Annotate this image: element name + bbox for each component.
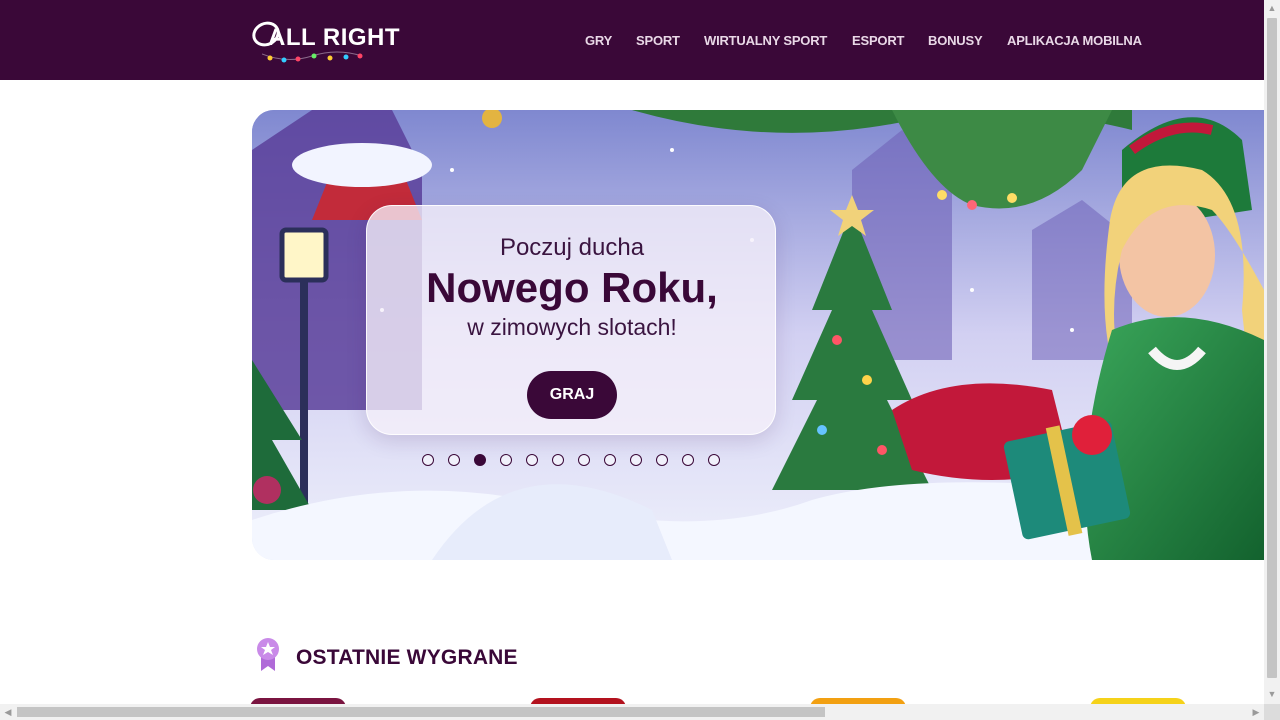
nav-item-esport[interactable]: ESPORT (852, 33, 904, 48)
scrollbar-corner (1264, 704, 1280, 720)
slider-dot[interactable] (656, 454, 668, 466)
promo-subtitle: Poczuj ducha (499, 234, 645, 261)
promo-headline: Nowego Roku, (426, 264, 718, 311)
slider-dot[interactable] (604, 454, 616, 466)
promo-card: Poczuj ducha Nowego Roku, w zimowych slo… (366, 205, 776, 435)
vertical-scrollbar-thumb[interactable] (1267, 18, 1277, 678)
nav-item-games[interactable]: GRY (585, 33, 612, 48)
nav-item-virtual-sport[interactable]: WIRTUALNY SPORT (704, 33, 827, 48)
slider-dot[interactable] (526, 454, 538, 466)
nav-item-sport[interactable]: SPORT (636, 33, 680, 48)
recent-wins-title: OSTATNIE WYGRANE (296, 646, 518, 669)
string-lights-icon (262, 51, 363, 63)
slider-dot[interactable] (500, 454, 512, 466)
promo-tagline: w zimowych slotach! (467, 314, 677, 340)
logo-text: ALL RIGHT (268, 24, 401, 51)
play-button[interactable]: GRAJ (527, 371, 617, 419)
slider-dot[interactable] (552, 454, 564, 466)
scroll-left-arrow-icon[interactable]: ◀ (0, 704, 16, 720)
horizontal-scrollbar-thumb[interactable] (17, 707, 825, 717)
page: ALL RIGHT GRY SPORT WIRTUALNY SPORT ESPO… (0, 0, 1264, 704)
slider-dot[interactable] (630, 454, 642, 466)
award-ribbon-icon (257, 638, 279, 671)
slider-dot[interactable] (422, 454, 434, 466)
nav-item-bonuses[interactable]: BONUSY (928, 33, 983, 48)
slider-dot[interactable] (474, 454, 486, 466)
horizontal-scrollbar[interactable]: ◀ ▶ (0, 704, 1264, 720)
scroll-up-arrow-icon[interactable]: ▲ (1264, 0, 1280, 16)
scroll-right-arrow-icon[interactable]: ▶ (1248, 704, 1264, 720)
nav-item-mobile-app[interactable]: APLIKACJA MOBILNA (1007, 33, 1142, 48)
slider-dot[interactable] (708, 454, 720, 466)
vertical-scrollbar[interactable]: ▲ ▼ (1264, 0, 1280, 704)
promo-banner[interactable]: Poczuj ducha Nowego Roku, w zimowych slo… (252, 110, 1264, 560)
slider-dot[interactable] (682, 454, 694, 466)
scroll-down-arrow-icon[interactable]: ▼ (1264, 686, 1280, 702)
slider-dot[interactable] (448, 454, 460, 466)
slider-dot[interactable] (578, 454, 590, 466)
top-navigation-bar: ALL RIGHT GRY SPORT WIRTUALNY SPORT ESPO… (0, 0, 1264, 80)
